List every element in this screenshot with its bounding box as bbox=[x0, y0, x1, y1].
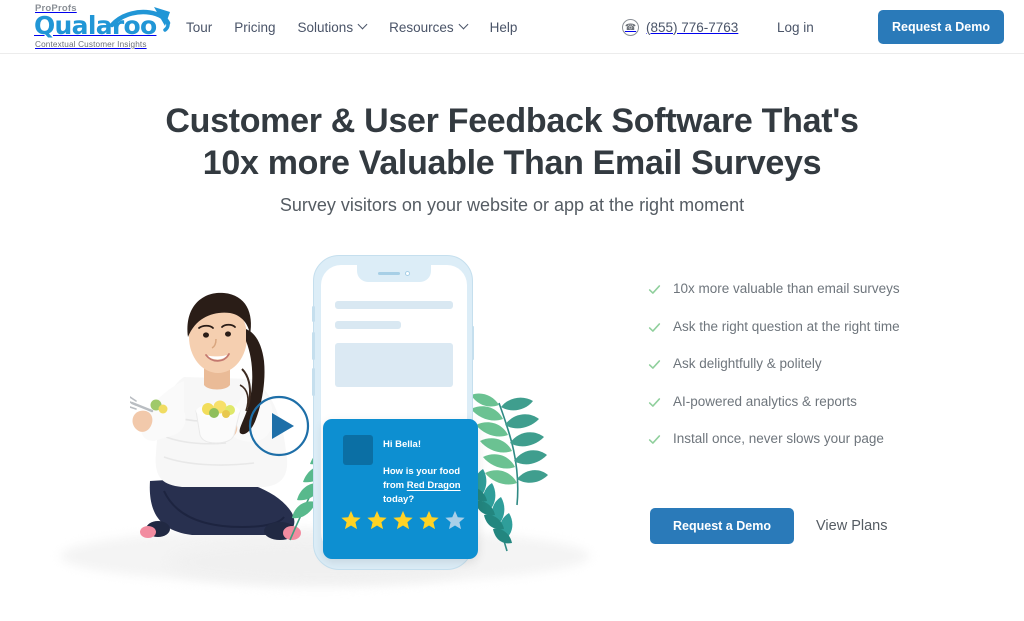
survey-question-brand: Red Dragon bbox=[406, 480, 461, 491]
feature-label: 10x more valuable than email surveys bbox=[673, 281, 900, 296]
survey-question: How is your food from Red Dragon today? bbox=[383, 465, 473, 507]
nav-item-tour[interactable]: Tour bbox=[186, 20, 212, 35]
landing-page: ProProfs Qualaroo Contextual Customer In… bbox=[0, 0, 1024, 621]
check-icon bbox=[648, 322, 661, 332]
survey-question-prefix: from bbox=[383, 480, 407, 491]
hero-subtitle: Survey visitors on your website or app a… bbox=[279, 195, 745, 215]
nav-label: Resources bbox=[389, 19, 454, 35]
survey-widget-card[interactable]: Hi Bella! How is your food from Red Drag… bbox=[323, 419, 478, 559]
star-icon-filled[interactable] bbox=[366, 509, 388, 531]
hero-title-line-2: 10x more Valuable Than Email Surveys bbox=[202, 144, 822, 182]
feature-list: 10x more valuable than email surveys Ask… bbox=[648, 280, 968, 468]
phone-notch bbox=[357, 265, 431, 282]
main-navigation: Tour Pricing Solutions Resources Help bbox=[186, 0, 517, 54]
nav-item-resources[interactable]: Resources bbox=[389, 20, 468, 35]
phone-button-volume-down bbox=[312, 368, 315, 396]
phone-button-volume-up bbox=[312, 332, 315, 360]
feature-label: AI-powered analytics & reports bbox=[673, 393, 857, 409]
logo-tagline: Contextual Customer Insights bbox=[35, 40, 147, 49]
avatar-placeholder-icon bbox=[343, 435, 373, 465]
site-header: ProProfs Qualaroo Contextual Customer In… bbox=[0, 0, 1024, 54]
feature-item: Ask delightfully & politely bbox=[648, 355, 968, 372]
nav-label: Pricing bbox=[234, 19, 276, 35]
header-request-demo-button[interactable]: Request a Demo bbox=[878, 10, 1004, 44]
nav-label: Solutions bbox=[297, 19, 354, 35]
page-title: Customer & User Feedback Software That's… bbox=[0, 100, 1024, 184]
check-icon bbox=[648, 435, 661, 444]
phone-icon: ☎ bbox=[622, 18, 639, 36]
request-demo-button[interactable]: Request a Demo bbox=[650, 508, 794, 544]
view-plans-link[interactable]: View Plans bbox=[816, 518, 887, 534]
login-link[interactable]: Log in bbox=[777, 0, 814, 54]
check-icon bbox=[648, 397, 661, 407]
phone-camera-icon bbox=[405, 271, 410, 276]
phone-number: (855) 776-7763 bbox=[646, 19, 739, 35]
feature-item: Ask the right question at the right time bbox=[648, 318, 968, 335]
feature-item: AI-powered analytics & reports bbox=[648, 393, 968, 410]
screen-placeholder-bar bbox=[335, 321, 401, 329]
star-icon-filled[interactable] bbox=[392, 509, 414, 531]
hero-title-line-1: Customer & User Feedback Software That's bbox=[165, 102, 859, 140]
screen-placeholder-bar bbox=[335, 301, 453, 309]
hero-illustration: Hi Bella! How is your food from Red Drag… bbox=[0, 240, 620, 600]
site-logo[interactable]: ProProfs Qualaroo Contextual Customer In… bbox=[20, 3, 171, 50]
phone-speaker-icon bbox=[378, 271, 400, 276]
smartphone-mockup-icon: Hi Bella! How is your food from Red Drag… bbox=[312, 255, 478, 570]
feature-item: Install once, never slows your page bbox=[648, 430, 968, 447]
kangaroo-swoosh-icon bbox=[110, 7, 171, 32]
chevron-down-icon bbox=[359, 21, 367, 29]
phone-button-silent bbox=[312, 306, 315, 322]
star-icon-empty[interactable] bbox=[444, 509, 466, 531]
nav-item-help[interactable]: Help bbox=[490, 20, 518, 35]
feature-label: Ask delightfully & politely bbox=[673, 356, 822, 371]
survey-question-suffix: today? bbox=[383, 494, 415, 505]
star-icon-filled[interactable] bbox=[340, 509, 362, 531]
check-icon bbox=[648, 360, 661, 369]
feature-label: Install once, never slows your page bbox=[673, 431, 884, 446]
contact-phone[interactable]: ☎ (855) 776-7763 bbox=[622, 0, 738, 54]
nav-item-pricing[interactable]: Pricing bbox=[234, 20, 275, 35]
survey-rating-stars[interactable] bbox=[340, 509, 466, 531]
survey-greeting: Hi Bella! bbox=[383, 439, 422, 450]
survey-question-line-1: How is your food bbox=[383, 466, 461, 477]
screen-placeholder-block bbox=[335, 343, 453, 387]
nav-label: Help bbox=[489, 19, 518, 35]
phone-button-power bbox=[471, 326, 474, 360]
nav-item-solutions[interactable]: Solutions bbox=[298, 20, 368, 35]
feature-item: 10x more valuable than email surveys bbox=[648, 280, 968, 297]
feature-label: Ask the right question at the right time bbox=[673, 318, 900, 334]
nav-label: Tour bbox=[186, 19, 213, 35]
logo-wordmark-row: Qualaroo bbox=[34, 7, 171, 38]
hero-cta-row: Request a Demo View Plans bbox=[650, 508, 887, 544]
chevron-down-icon bbox=[460, 21, 468, 29]
star-icon-filled[interactable] bbox=[418, 509, 440, 531]
check-icon bbox=[648, 285, 661, 294]
